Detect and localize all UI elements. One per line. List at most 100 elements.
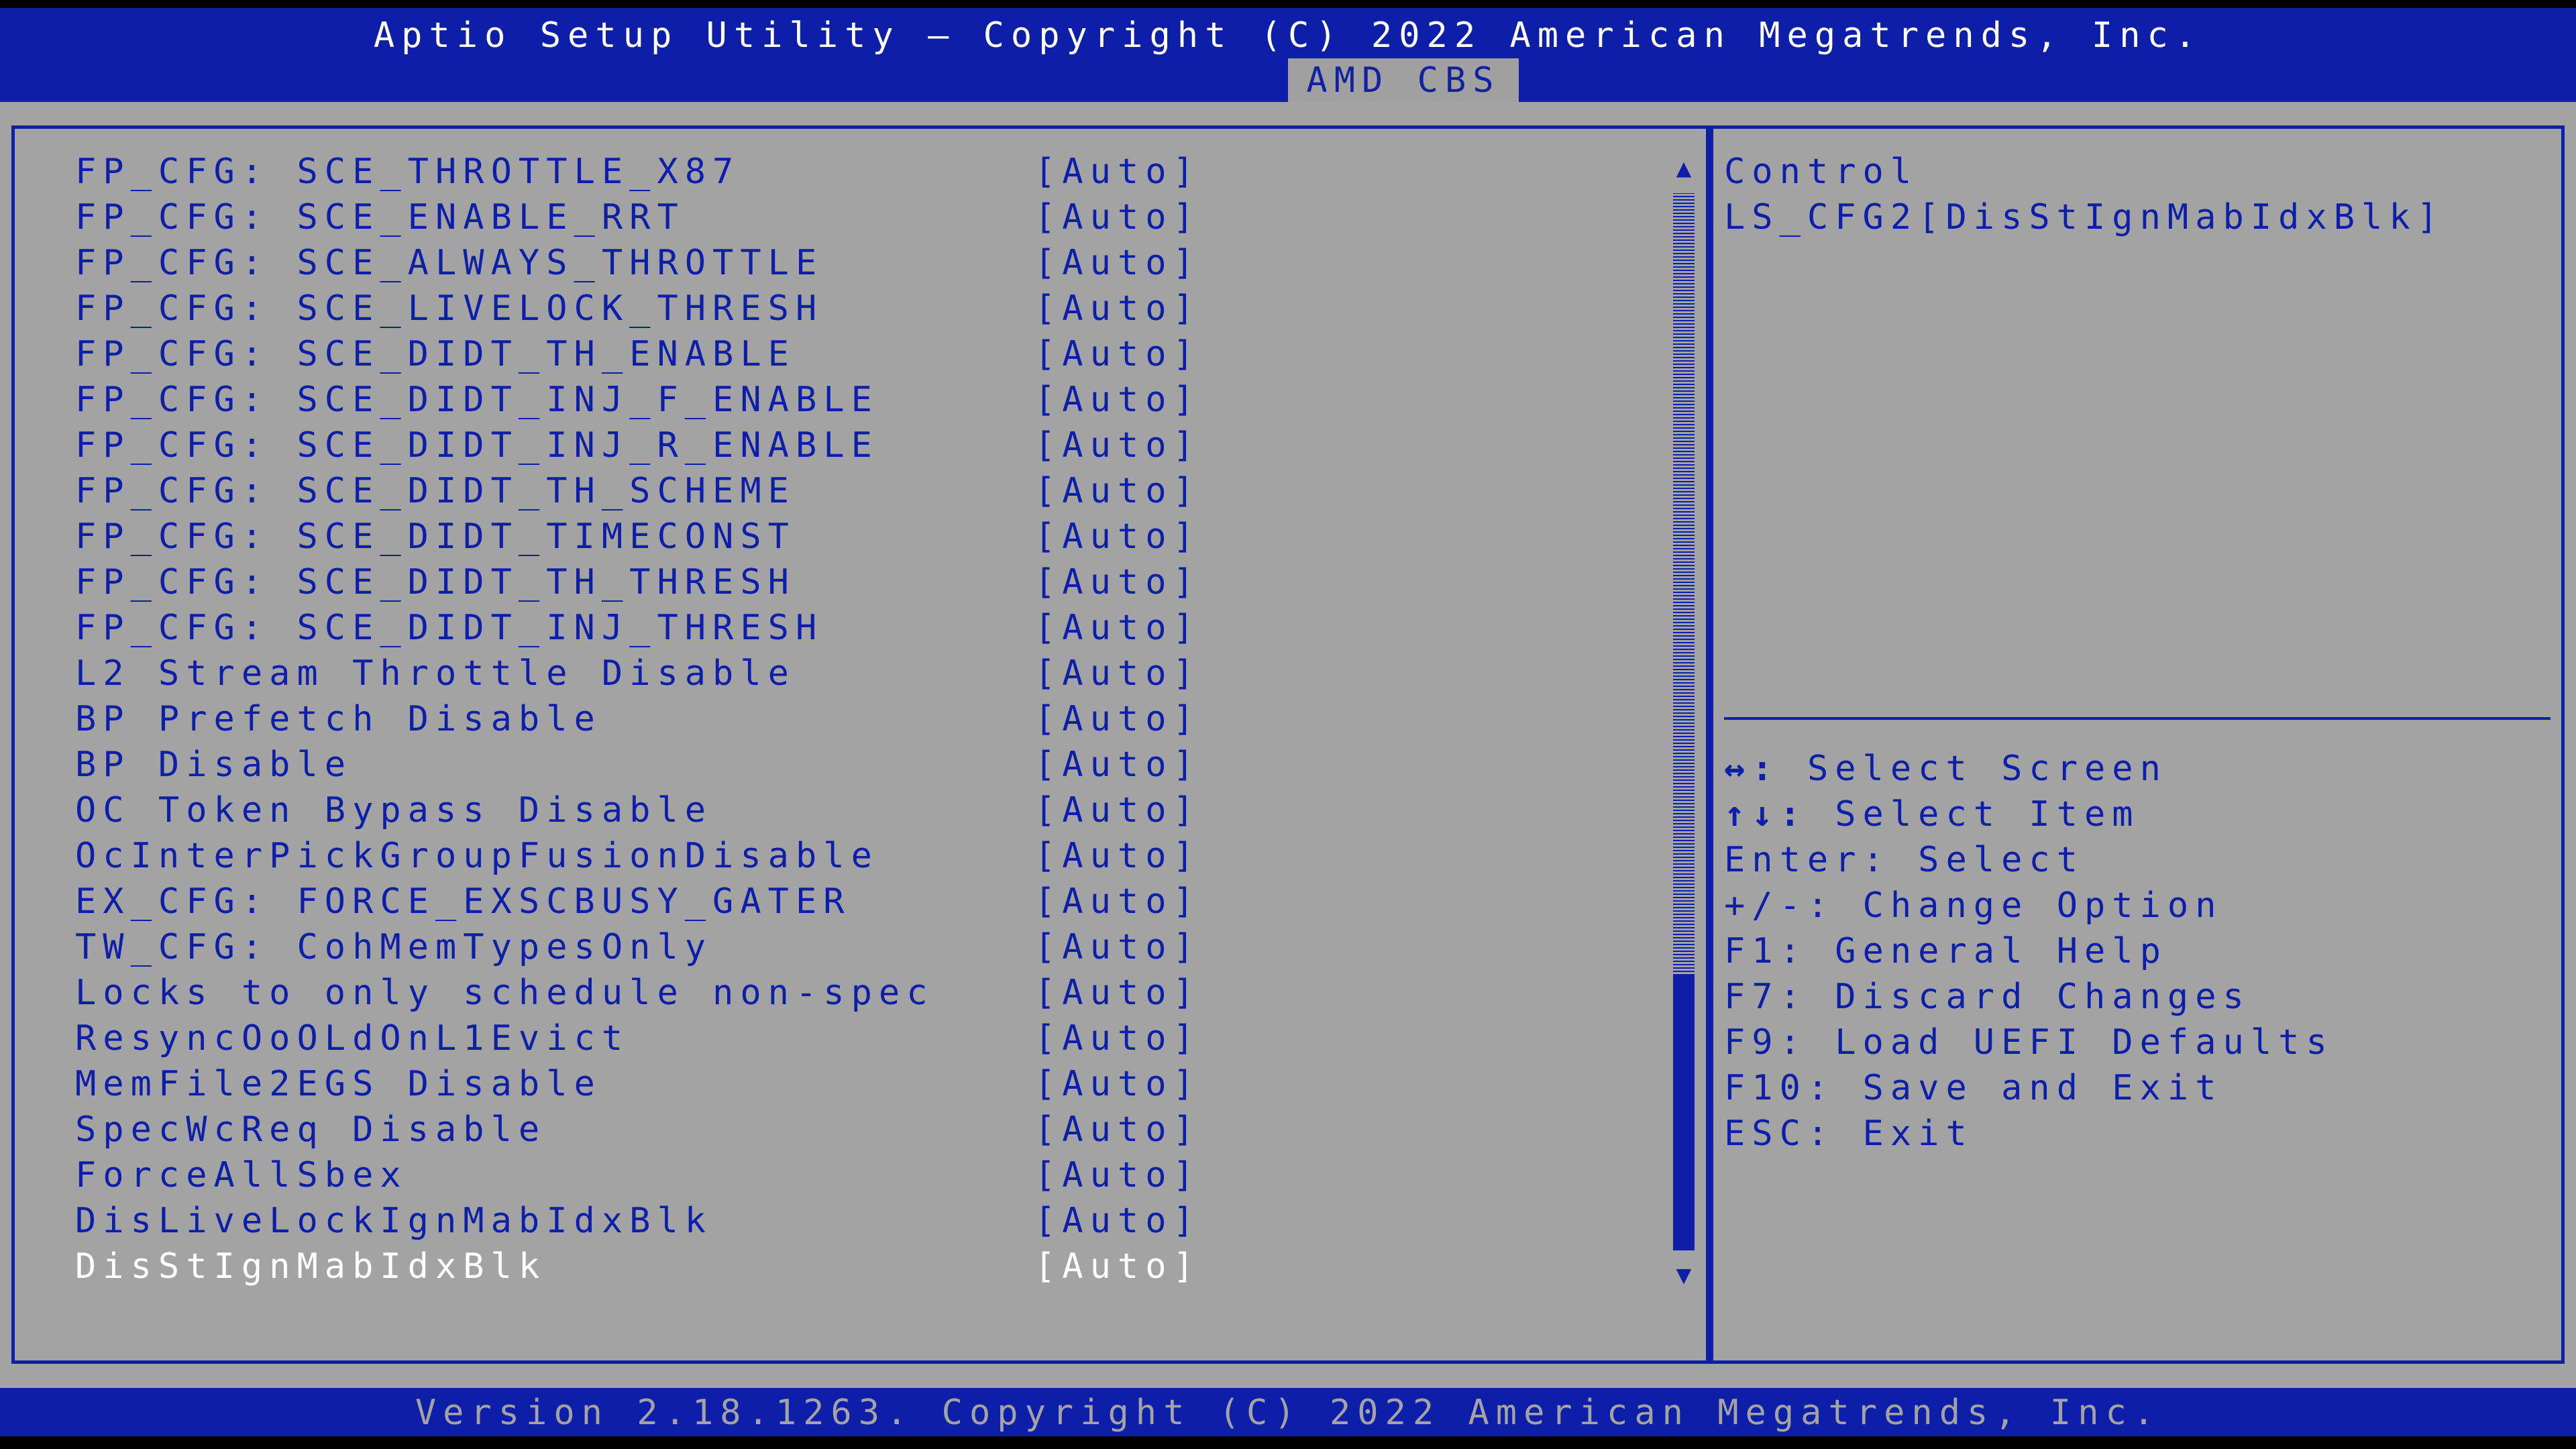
key-action: Discard Changes <box>1835 977 2251 1017</box>
key-legend-item: F10: Save and Exit <box>1724 1065 2223 1111</box>
setting-value[interactable]: [Auto] <box>1034 1016 1201 1061</box>
help-divider <box>1724 717 2551 720</box>
key-legend-item: F7: Discard Changes <box>1724 974 2251 1020</box>
setting-row[interactable]: DisLiveLockIgnMabIdxBlk [Auto] <box>75 1198 1685 1244</box>
setting-value[interactable]: [Auto] <box>1034 514 1201 559</box>
setting-row[interactable]: FP_CFG: SCE_LIVELOCK_THRESH [Auto] <box>75 286 1685 331</box>
key-legend-item: F9: Load UEFI Defaults <box>1724 1020 2334 1065</box>
setting-label: BP Prefetch Disable <box>75 699 602 739</box>
setting-row[interactable]: FP_CFG: SCE_DIDT_TH_THRESH [Auto] <box>75 559 1685 605</box>
setting-label: FP_CFG: SCE_DIDT_TH_ENABLE <box>75 334 796 374</box>
setting-row[interactable]: Locks to only schedule non-spec [Auto] <box>75 970 1685 1016</box>
key-legend-item: ↔: Select Screen <box>1724 746 2167 792</box>
help-panel <box>1709 125 2565 1364</box>
setting-label: FP_CFG: SCE_DIDT_INJ_THRESH <box>75 608 824 648</box>
setting-value[interactable]: [Auto] <box>1034 605 1201 651</box>
setting-row[interactable]: ForceAllSbex [Auto] <box>75 1152 1685 1198</box>
setting-row[interactable]: FP_CFG: SCE_ENABLE_RRT [Auto] <box>75 195 1685 240</box>
help-text-line-2: LS_CFG2[DisStIgnMabIdxBlk] <box>1724 197 2445 237</box>
setting-value[interactable]: [Auto] <box>1034 468 1201 514</box>
key-action: Select Screen <box>1807 749 2167 789</box>
key-legend-item: ↑↓: Select Item <box>1724 792 2140 837</box>
key-name: ↑↓: <box>1724 794 1807 835</box>
setting-row[interactable]: FP_CFG: SCE_DIDT_TH_ENABLE [Auto] <box>75 331 1685 377</box>
setting-row[interactable]: FP_CFG: SCE_DIDT_TH_SCHEME [Auto] <box>75 468 1685 514</box>
setting-label: FP_CFG: SCE_DIDT_TH_THRESH <box>75 562 796 602</box>
setting-label: FP_CFG: SCE_DIDT_INJ_R_ENABLE <box>75 425 879 466</box>
setting-value[interactable]: [Auto] <box>1034 423 1201 468</box>
setting-row[interactable]: DisStIgnMabIdxBlk [Auto] <box>75 1244 1685 1289</box>
setting-value[interactable]: [Auto] <box>1034 696 1201 742</box>
tab-amd-cbs[interactable]: AMD CBS <box>1288 58 1519 102</box>
setting-value[interactable]: [Auto] <box>1034 742 1201 788</box>
setting-row[interactable]: OcInterPickGroupFusionDisable [Auto] <box>75 833 1685 879</box>
key-legend-item: +/-: Change Option <box>1724 883 2223 928</box>
key-name: F1: <box>1724 931 1807 971</box>
setting-value[interactable]: [Auto] <box>1034 970 1201 1016</box>
setting-row[interactable]: EX_CFG: FORCE_EXSCBUSY_GATER [Auto] <box>75 879 1685 924</box>
key-name: F9: <box>1724 1022 1807 1063</box>
setting-label: TW_CFG: CohMemTypesOnly <box>75 927 713 967</box>
setting-row[interactable]: BP Disable [Auto] <box>75 742 1685 788</box>
setting-label: FP_CFG: SCE_LIVELOCK_THRESH <box>75 288 824 329</box>
key-legend-item: ESC: Exit <box>1724 1111 1974 1157</box>
setting-label: FP_CFG: SCE_DIDT_INJ_F_ENABLE <box>75 380 879 420</box>
setting-row[interactable]: BP Prefetch Disable [Auto] <box>75 696 1685 742</box>
setting-value[interactable]: [Auto] <box>1034 1244 1201 1289</box>
key-action: Change Option <box>1862 885 2223 926</box>
setting-label: DisLiveLockIgnMabIdxBlk <box>75 1201 713 1241</box>
setting-value[interactable]: [Auto] <box>1034 1107 1201 1152</box>
setting-value[interactable]: [Auto] <box>1034 240 1201 286</box>
setting-row[interactable]: FP_CFG: SCE_ALWAYS_THROTTLE [Auto] <box>75 240 1685 286</box>
key-legend-item: F1: General Help <box>1724 928 2167 974</box>
setting-row[interactable]: FP_CFG: SCE_DIDT_INJ_F_ENABLE [Auto] <box>75 377 1685 423</box>
setting-label: Locks to only schedule non-spec <box>75 973 934 1013</box>
setting-label: FP_CFG: SCE_ENABLE_RRT <box>75 197 685 237</box>
setting-value[interactable]: [Auto] <box>1034 879 1201 924</box>
setting-label: SpecWcReq Disable <box>75 1110 547 1150</box>
setting-value[interactable]: [Auto] <box>1034 377 1201 423</box>
setting-value[interactable]: [Auto] <box>1034 1061 1201 1107</box>
setting-value[interactable]: [Auto] <box>1034 788 1201 833</box>
setting-row[interactable]: FP_CFG: SCE_DIDT_TIMECONST [Auto] <box>75 514 1685 559</box>
setting-row[interactable]: FP_CFG: SCE_DIDT_INJ_R_ENABLE [Auto] <box>75 423 1685 468</box>
setting-value[interactable]: [Auto] <box>1034 1198 1201 1244</box>
setting-row[interactable]: SpecWcReq Disable [Auto] <box>75 1107 1685 1152</box>
key-legend-item: Enter: Select <box>1724 837 2084 883</box>
setting-row[interactable]: FP_CFG: SCE_THROTTLE_X87 [Auto] <box>75 149 1685 195</box>
help-text-line-1: Control <box>1724 152 1919 192</box>
setting-row[interactable]: TW_CFG: CohMemTypesOnly [Auto] <box>75 924 1685 970</box>
key-name: ESC: <box>1724 1114 1835 1154</box>
key-name: +/-: <box>1724 885 1835 926</box>
setting-label: MemFile2EGS Disable <box>75 1064 602 1104</box>
setting-label: FP_CFG: SCE_DIDT_TH_SCHEME <box>75 471 796 511</box>
setting-row[interactable]: OC Token Bypass Disable [Auto] <box>75 788 1685 833</box>
setting-value[interactable]: [Auto] <box>1034 1152 1201 1198</box>
bios-screen: Aptio Setup Utility – Copyright (C) 2022… <box>0 0 2576 1449</box>
key-action: Save and Exit <box>1862 1068 2223 1108</box>
setting-value[interactable]: [Auto] <box>1034 924 1201 970</box>
footer-version: Version 2.18.1263. Copyright (C) 2022 Am… <box>415 1393 2161 1433</box>
key-action: Load UEFI Defaults <box>1835 1022 2334 1063</box>
setting-row[interactable]: FP_CFG: SCE_DIDT_INJ_THRESH [Auto] <box>75 605 1685 651</box>
setting-value[interactable]: [Auto] <box>1034 331 1201 377</box>
setting-label: L2 Stream Throttle Disable <box>75 653 796 694</box>
setting-value[interactable]: [Auto] <box>1034 651 1201 696</box>
setting-value[interactable]: [Auto] <box>1034 195 1201 240</box>
setting-label: DisStIgnMabIdxBlk <box>75 1246 547 1287</box>
key-action: General Help <box>1835 931 2167 971</box>
setting-value[interactable]: [Auto] <box>1034 286 1201 331</box>
setting-row[interactable]: ResyncOoOLdOnL1Evict [Auto] <box>75 1016 1685 1061</box>
setting-value[interactable]: [Auto] <box>1034 149 1201 195</box>
setting-row[interactable]: MemFile2EGS Disable [Auto] <box>75 1061 1685 1107</box>
setting-label: OcInterPickGroupFusionDisable <box>75 836 879 876</box>
key-name: ↔: <box>1724 749 1780 789</box>
header-title: Aptio Setup Utility – Copyright (C) 2022… <box>373 15 2203 56</box>
setting-label: FP_CFG: SCE_DIDT_TIMECONST <box>75 517 796 557</box>
setting-row[interactable]: L2 Stream Throttle Disable [Auto] <box>75 651 1685 696</box>
setting-value[interactable]: [Auto] <box>1034 559 1201 605</box>
key-name: F10: <box>1724 1068 1835 1108</box>
setting-value[interactable]: [Auto] <box>1034 833 1201 879</box>
setting-label: BP Disable <box>75 745 353 785</box>
setting-label: EX_CFG: FORCE_EXSCBUSY_GATER <box>75 881 851 922</box>
